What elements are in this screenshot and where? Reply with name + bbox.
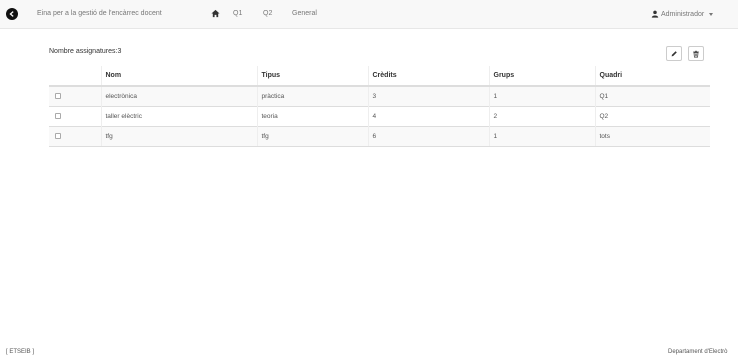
cell-tipus: pràctica [256,85,368,106]
nav-link-general[interactable]: General [292,10,317,17]
row-checkbox[interactable] [55,113,61,119]
nav-link-q1[interactable]: Q1 [233,10,242,17]
cell-credits: 4 [367,105,489,126]
delete-button[interactable] [688,46,704,61]
cell-grups: 1 [488,125,595,147]
subjects-table: Nom Tipus Crèdits Grups Quadri electròni… [49,66,710,147]
cell-nom: taller elèctric [100,105,257,126]
table-row[interactable]: taller elèctric teoria 4 2 Q2 [49,105,710,126]
row-select-cell [49,85,101,106]
trash-icon [693,50,699,58]
app-brand[interactable]: Eina per a la gestió de l'encàrrec docen… [37,10,162,17]
pencil-icon [671,50,677,56]
cell-tipus: tfg [256,125,368,147]
user-menu[interactable]: Administrador [651,10,714,18]
cell-grups: 2 [488,105,595,126]
table-header-row: Nom Tipus Crèdits Grups Quadri [49,66,710,87]
row-select-cell [49,125,101,147]
cell-credits: 3 [367,85,489,106]
select-column-header [49,66,101,87]
row-select-cell [49,105,101,126]
cell-nom: tfg [100,125,257,147]
cell-nom: electrònica [100,85,257,106]
column-header-quadri[interactable]: Quadri [594,66,710,87]
nav-link-q2[interactable]: Q2 [263,10,272,17]
column-header-grups[interactable]: Grups [488,66,595,87]
user-icon [651,10,659,18]
footer-left-text: [ ETSEIB ] [6,349,35,355]
column-header-credits[interactable]: Crèdits [367,66,489,87]
cell-grups: 1 [488,85,595,106]
edit-button[interactable] [666,46,682,61]
footer-right-text: Departament d'Electrò [668,349,728,355]
user-name: Administrador [661,10,705,18]
row-checkbox[interactable] [55,93,61,100]
table-row[interactable]: tfg tfg 6 1 tots [49,125,710,147]
column-header-tipus[interactable]: Tipus [256,66,368,87]
column-header-nom[interactable]: Nom [100,66,257,87]
cell-credits: 6 [367,125,489,147]
cell-tipus: teoria [256,105,368,126]
row-checkbox[interactable] [55,133,61,139]
home-icon[interactable] [211,9,220,18]
back-arrow-circle-icon[interactable] [6,8,18,20]
cell-quadri: Q1 [594,85,710,106]
cell-quadri: Q2 [594,105,710,126]
chevron-down-icon [709,13,714,16]
cell-quadri: tots [594,125,710,147]
top-navbar: Eina per a la gestió de l'encàrrec docen… [0,0,738,29]
subject-count: Nombre assignatures:3 [49,48,122,55]
table-row[interactable]: electrònica pràctica 3 1 Q1 [49,85,710,106]
